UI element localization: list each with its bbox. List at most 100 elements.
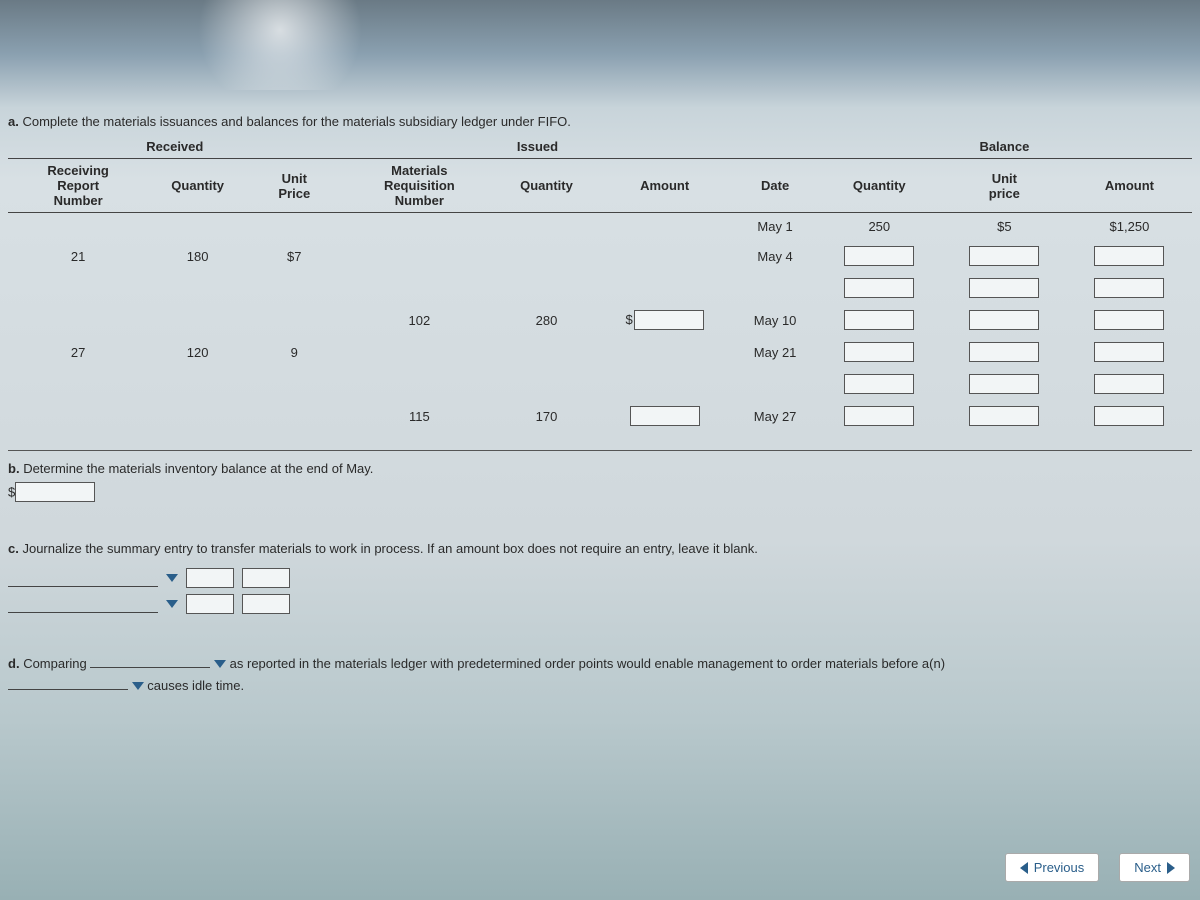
bal-qty-input[interactable] [844,342,914,362]
bal-price-input-cell [942,400,1067,432]
section-balance: Balance [817,135,1192,159]
req-no: 102 [342,304,498,336]
footer-nav: Previous Next [1005,853,1190,882]
iss-qty: 170 [497,400,596,432]
prompt-a-label: a. [8,114,19,129]
prompt-a: a. Complete the materials issuances and … [8,114,1192,129]
bal-qty-input-cell [817,240,942,272]
hdr-iss-qty: Quantity [497,159,596,213]
hdr-req-no: Materials Requisition Number [342,159,498,213]
table-row: 21180$7May 4 [8,240,1192,272]
bal-price-input[interactable] [969,406,1039,426]
bal-price-input[interactable] [969,374,1039,394]
bal-price-input[interactable] [969,342,1039,362]
bal-amt: $1,250 [1067,213,1192,241]
recv-price: $7 [247,240,342,272]
req-no [342,213,498,241]
recv-qty [148,368,247,400]
recv-price [247,213,342,241]
hdr-bal-amt: Amount [1067,159,1192,213]
bal-qty-input[interactable] [844,406,914,426]
bal-amt-input[interactable] [1094,374,1164,394]
credit-input-2[interactable] [242,594,290,614]
hdr-recv-report: Receiving Report Number [8,159,148,213]
debit-input-1[interactable] [186,568,234,588]
date [733,272,816,304]
bal-price-input[interactable] [969,246,1039,266]
b-input[interactable] [15,482,95,502]
iss-amt [596,240,734,272]
hdr-bal-qty: Quantity [817,159,942,213]
d-dropdown-2[interactable] [132,682,144,690]
question-d: d. Comparing as reported in the material… [8,653,1192,697]
bal-amt-input-cell [1067,304,1192,336]
previous-button[interactable]: Previous [1005,853,1100,882]
date [733,368,816,400]
iss-amt-input[interactable] [630,406,700,426]
bal-qty-input-cell [817,368,942,400]
recv-price [247,304,342,336]
d-blank-2 [8,676,128,690]
bal-price-input[interactable] [969,278,1039,298]
prompt-b: b. Determine the materials inventory bal… [8,461,1192,476]
bal-amt-input-cell [1067,336,1192,368]
table-row: 115170May 27 [8,400,1192,432]
recv-report [8,213,148,241]
recv-qty [148,304,247,336]
bal-qty-input[interactable] [844,374,914,394]
table-row: 271209May 21 [8,336,1192,368]
bal-qty-input-cell [817,400,942,432]
question-c: c. Journalize the summary entry to trans… [8,541,1192,620]
table-row: 102280$May 10 [8,304,1192,336]
bal-qty-input-cell [817,336,942,368]
d-dropdown-1[interactable] [214,660,226,668]
bal-price-input-cell [942,368,1067,400]
hdr-iss-amt: Amount [596,159,734,213]
next-button[interactable]: Next [1119,853,1190,882]
bal-qty-input[interactable] [844,278,914,298]
bal-amt-input[interactable] [1094,342,1164,362]
req-no [342,240,498,272]
bal-price-input[interactable] [969,310,1039,330]
bal-amt-input[interactable] [1094,310,1164,330]
iss-amt [596,336,734,368]
bal-amt-input[interactable] [1094,406,1164,426]
recv-report [8,368,148,400]
dollar-prefix: $ [626,312,633,327]
credit-input-1[interactable] [242,568,290,588]
prompt-b-text: Determine the materials inventory balanc… [23,461,373,476]
bal-price-input-cell [942,304,1067,336]
bal-amt-input[interactable] [1094,278,1164,298]
account-line-1 [8,569,158,587]
iss-amt [596,368,734,400]
iss-qty [497,336,596,368]
d-text3: causes idle time. [147,678,244,693]
b-prefix: $ [8,485,15,500]
hdr-date: Date [733,159,816,213]
hdr-recv-price: Unit Price [247,159,342,213]
bal-amt-input-cell [1067,240,1192,272]
prompt-c-label: c. [8,541,19,556]
d-blank-1 [90,654,210,668]
recv-qty: 120 [148,336,247,368]
recv-report: 27 [8,336,148,368]
debit-input-2[interactable] [186,594,234,614]
recv-report [8,400,148,432]
prompt-c: c. Journalize the summary entry to trans… [8,541,1192,556]
iss-amt-input[interactable] [634,310,704,330]
table-row: May 1250$5$1,250 [8,213,1192,241]
question-a: a. Complete the materials issuances and … [8,114,1192,432]
account-dropdown-1[interactable] [166,574,178,582]
bal-qty-input[interactable] [844,310,914,330]
req-no [342,368,498,400]
req-no [342,272,498,304]
bal-amt-input[interactable] [1094,246,1164,266]
recv-price [247,400,342,432]
bal-qty-input[interactable] [844,246,914,266]
iss-qty [497,272,596,304]
question-b: b. Determine the materials inventory bal… [8,461,1192,502]
d-text1: Comparing [23,656,87,671]
previous-label: Previous [1034,860,1085,875]
iss-amt-input-cell: $ [596,304,734,336]
account-dropdown-2[interactable] [166,600,178,608]
